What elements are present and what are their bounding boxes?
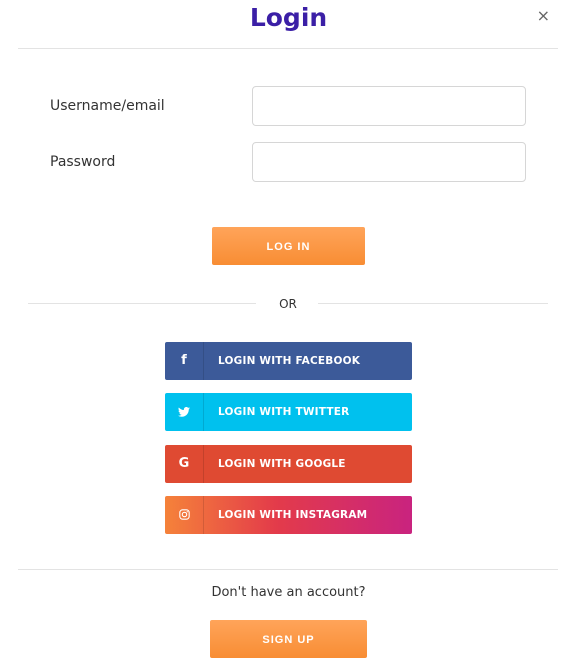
password-input[interactable] xyxy=(252,142,526,182)
login-with-twitter-button[interactable]: LOGIN WITH TWITTER xyxy=(165,393,412,431)
account-prompt: Don't have an account? xyxy=(211,585,366,600)
or-line-right xyxy=(318,303,548,304)
or-divider: OR xyxy=(28,295,548,313)
login-modal: Login × Username/email Password LOG IN O… xyxy=(0,0,562,658)
modal-title: Login xyxy=(249,3,328,32)
or-text: OR xyxy=(279,297,297,311)
header-divider xyxy=(18,48,558,49)
close-icon[interactable]: × xyxy=(537,8,550,24)
footer-divider xyxy=(18,569,558,570)
instagram-button-label: LOGIN WITH INSTAGRAM xyxy=(218,509,368,521)
signup-button[interactable]: SIGN UP xyxy=(210,620,367,658)
twitter-button-label: LOGIN WITH TWITTER xyxy=(218,406,350,418)
login-button[interactable]: LOG IN xyxy=(212,227,365,265)
password-label: Password xyxy=(50,154,116,170)
username-input[interactable] xyxy=(252,86,526,126)
instagram-icon xyxy=(165,496,204,534)
google-button-label: LOGIN WITH GOOGLE xyxy=(218,458,346,470)
login-with-instagram-button[interactable]: LOGIN WITH INSTAGRAM xyxy=(165,496,412,534)
twitter-icon xyxy=(165,393,204,431)
username-label: Username/email xyxy=(50,98,165,114)
login-with-google-button[interactable]: G LOGIN WITH GOOGLE xyxy=(165,445,412,483)
login-with-facebook-button[interactable]: f LOGIN WITH FACEBOOK xyxy=(165,342,412,380)
facebook-button-label: LOGIN WITH FACEBOOK xyxy=(218,355,361,367)
google-icon: G xyxy=(165,445,204,483)
facebook-icon: f xyxy=(165,342,204,380)
